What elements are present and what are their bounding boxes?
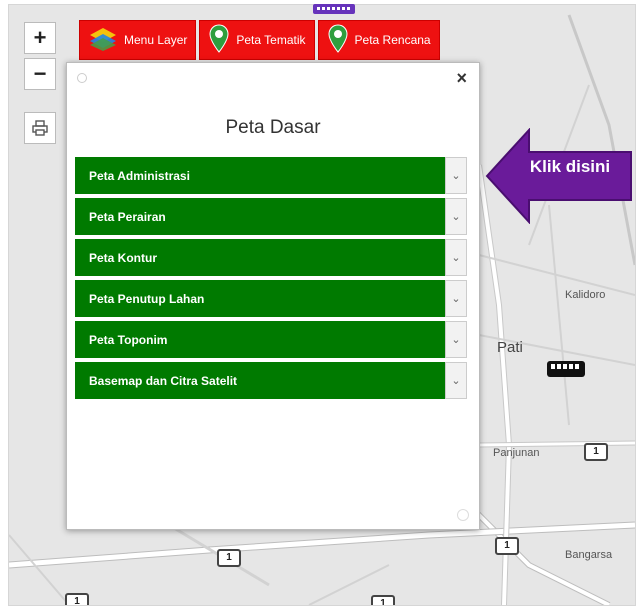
place-label-pati: Pati [497,339,523,356]
top-menu-bar: Menu Layer Peta Tematik Peta Rencana [79,20,440,60]
peta-tematik-label: Peta Tematik [236,33,306,47]
map-pin-icon [327,23,349,57]
place-label-bangarsa: Bangarsa [565,549,613,561]
menu-layer-button[interactable]: Menu Layer [79,20,197,60]
layer-row-peta-kontur[interactable]: Peta Kontur ⌄ [75,239,467,276]
peta-rencana-button[interactable]: Peta Rencana [317,20,440,60]
zoom-in-button[interactable]: + [24,22,56,54]
layer-label: Peta Kontur [75,239,445,276]
road-shield-icon: 1 [65,593,89,605]
callout-text: Klik disini [529,157,611,176]
peta-tematik-button[interactable]: Peta Tematik [199,20,315,60]
handle-icon[interactable] [313,4,355,14]
layers-icon [88,26,118,55]
place-label-panjunan: Panjunan [493,447,540,459]
zoom-out-button[interactable]: − [24,58,56,90]
info-icon [77,73,87,83]
close-icon[interactable]: × [456,68,467,89]
layer-label: Peta Perairan [75,198,445,235]
chevron-down-icon[interactable]: ⌄ [445,239,467,276]
klik-disini-callout: Klik disini [485,127,633,225]
layer-list: Peta Administrasi ⌄ Peta Perairan ⌄ Peta… [75,157,467,403]
peta-dasar-panel: × Peta Dasar Peta Administrasi ⌄ Peta Pe… [66,62,480,530]
chevron-down-icon[interactable]: ⌄ [445,157,467,194]
chevron-down-icon[interactable]: ⌄ [445,362,467,399]
layer-row-peta-penutup-lahan[interactable]: Peta Penutup Lahan ⌄ [75,280,467,317]
bus-icon[interactable] [547,361,585,377]
road-shield-icon: 1 [371,595,395,605]
map-pin-icon [208,23,230,57]
layer-row-peta-administrasi[interactable]: Peta Administrasi ⌄ [75,157,467,194]
layer-label: Basemap dan Citra Satelit [75,362,445,399]
road-shield-icon: 1 [584,443,608,461]
layer-row-peta-perairan[interactable]: Peta Perairan ⌄ [75,198,467,235]
place-label-kalidoro: Kalidoro [565,289,606,301]
layer-label: Peta Toponim [75,321,445,358]
panel-title: Peta Dasar [225,117,321,138]
printer-icon[interactable] [24,112,56,144]
chevron-down-icon[interactable]: ⌄ [445,280,467,317]
road-shield-icon: 1 [217,549,241,567]
chevron-down-icon[interactable]: ⌄ [445,321,467,358]
layer-label: Peta Administrasi [75,157,445,194]
chevron-down-icon[interactable]: ⌄ [445,198,467,235]
menu-layer-label: Menu Layer [124,33,188,47]
resize-icon[interactable] [457,509,469,521]
road-shield-icon: 1 [495,537,519,555]
layer-label: Peta Penutup Lahan [75,280,445,317]
layer-row-peta-toponim[interactable]: Peta Toponim ⌄ [75,321,467,358]
layer-row-basemap-citra-satelit[interactable]: Basemap dan Citra Satelit ⌄ [75,362,467,399]
peta-rencana-label: Peta Rencana [354,33,431,47]
